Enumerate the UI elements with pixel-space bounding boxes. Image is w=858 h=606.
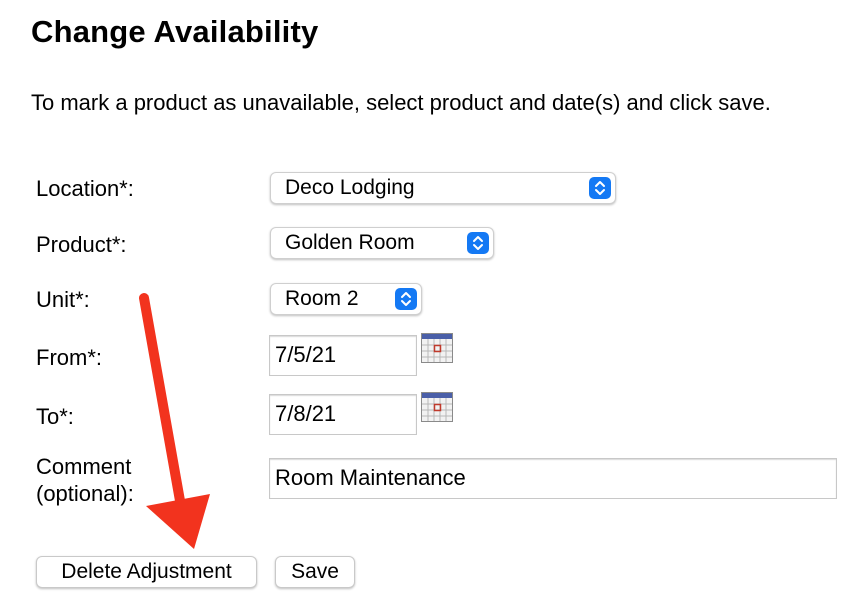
- comment-label-line1: Comment: [36, 454, 132, 479]
- up-down-chevron-icon: [395, 288, 417, 310]
- location-select[interactable]: Deco Lodging: [270, 172, 616, 204]
- calendar-icon[interactable]: [421, 333, 453, 363]
- location-select-value: Deco Lodging: [285, 176, 415, 199]
- up-down-chevron-icon: [589, 177, 611, 199]
- product-select[interactable]: Golden Room: [270, 227, 494, 259]
- comment-label: Comment (optional):: [36, 453, 134, 507]
- instructions-text: To mark a product as unavailable, select…: [31, 90, 771, 115]
- unit-label: Unit*:: [36, 287, 90, 312]
- comment-field[interactable]: Room Maintenance: [269, 458, 837, 499]
- calendar-icon[interactable]: [421, 392, 453, 422]
- save-button[interactable]: Save: [275, 556, 355, 588]
- to-label: To*:: [36, 404, 74, 429]
- comment-label-line2: (optional):: [36, 481, 134, 506]
- from-label: From*:: [36, 345, 102, 370]
- to-date-field[interactable]: 7/8/21: [269, 394, 417, 435]
- location-label: Location*:: [36, 176, 134, 201]
- product-select-value: Golden Room: [285, 231, 415, 254]
- delete-adjustment-button[interactable]: Delete Adjustment: [36, 556, 257, 588]
- page-title: Change Availability: [31, 14, 319, 49]
- up-down-chevron-icon: [467, 232, 489, 254]
- product-label: Product*:: [36, 232, 127, 257]
- from-date-field[interactable]: 7/5/21: [269, 335, 417, 376]
- unit-select-value: Room 2: [285, 287, 359, 310]
- unit-select[interactable]: Room 2: [270, 283, 422, 315]
